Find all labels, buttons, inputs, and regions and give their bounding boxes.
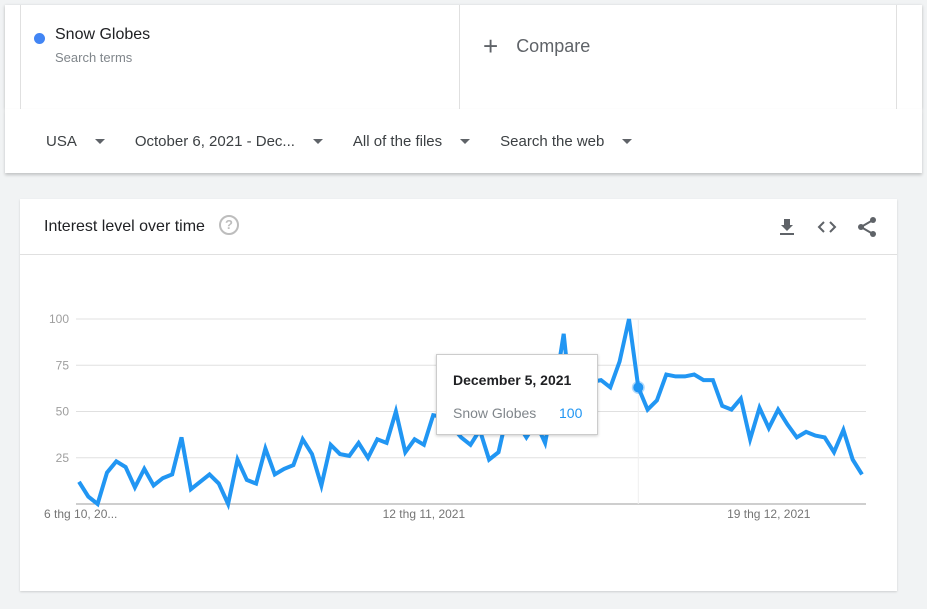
caret-down-icon	[94, 138, 105, 144]
search-term-card[interactable]: Snow Globes Search terms	[20, 5, 460, 109]
caret-down-icon	[622, 138, 633, 144]
chart-title: Interest level over time	[44, 218, 205, 235]
term-color-dot	[34, 33, 45, 44]
filter-label: All of the files	[352, 132, 443, 150]
chart-header: Interest level over time ?	[20, 199, 897, 255]
term-name[interactable]: Snow Globes	[55, 26, 150, 44]
divider	[896, 5, 897, 109]
plus-icon: +	[483, 31, 499, 61]
caret-down-icon	[460, 138, 471, 144]
help-icon[interactable]: ?	[219, 215, 239, 235]
tooltip-date: December 5, 2021	[453, 372, 572, 388]
compare-button[interactable]: + Compare	[483, 33, 590, 59]
filter-label: October 6, 2021 - Dec...	[134, 132, 295, 150]
filter-category[interactable]: All of the files	[352, 132, 471, 150]
filter-label: Search the web	[500, 132, 605, 150]
chart-tooltip: December 5, 2021 Snow Globes 100	[436, 354, 598, 435]
filter-region[interactable]: USA	[46, 133, 105, 150]
filter-bar: USA October 6, 2021 - Dec... All of the …	[5, 109, 922, 173]
filter-label: USA	[46, 132, 77, 150]
tooltip-value: 100	[559, 405, 583, 421]
search-terms-panel: Snow Globes Search terms + Compare	[5, 5, 922, 109]
embed-code-icon[interactable]	[815, 215, 839, 239]
filter-time-range[interactable]: October 6, 2021 - Dec...	[135, 133, 323, 150]
filter-search-type[interactable]: Search the web	[500, 132, 633, 150]
share-icon[interactable]	[855, 215, 879, 239]
term-subtitle: Search terms	[55, 50, 133, 65]
download-icon[interactable]	[775, 215, 799, 239]
caret-down-icon	[312, 138, 323, 144]
compare-label: Compare	[516, 35, 591, 56]
tooltip-term: Snow Globes	[453, 405, 537, 421]
